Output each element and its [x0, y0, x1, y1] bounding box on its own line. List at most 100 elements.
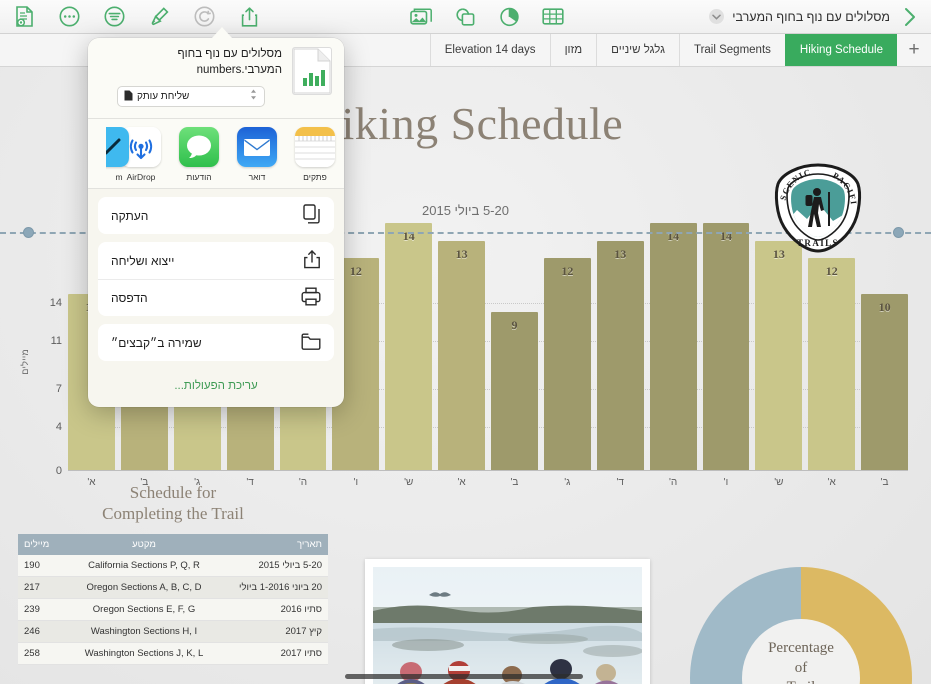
chart-bar[interactable]: 14 — [385, 223, 433, 471]
undo-icon[interactable] — [192, 5, 216, 29]
table-row[interactable]: 258 Washington Sections J, K, L סתיו 2017 — [18, 642, 328, 665]
share-app-notes[interactable]: פתקים — [286, 127, 344, 182]
tab-food[interactable]: מזון — [549, 34, 597, 66]
document-title[interactable]: מסלולים עם נוף בחוף המערבי — [732, 10, 890, 24]
cell-miles: 258 — [18, 642, 64, 665]
chart-bar[interactable]: 13 — [596, 240, 644, 471]
mail-app-label: דואר — [248, 172, 266, 183]
cell-segment: Washington Sections J, K, L — [64, 642, 224, 665]
send-copy-dropdown[interactable]: שליחת עותק — [117, 86, 265, 108]
toolbar-left-group — [0, 5, 261, 29]
chart-bar-value: 10 — [878, 299, 891, 314]
toolbar-insert-group — [409, 5, 565, 29]
document-icon[interactable] — [12, 5, 36, 29]
format-icon[interactable] — [102, 5, 126, 29]
partial-app-icon — [106, 127, 129, 168]
cell-miles: 190 — [18, 554, 64, 577]
chart-x-tick-label: א' — [827, 477, 836, 488]
next-sheet-icon[interactable] — [898, 5, 922, 29]
selection-handle-right[interactable] — [893, 227, 904, 238]
table-row[interactable]: 246 Washington Sections H, I קיץ 2017 — [18, 620, 328, 643]
schedule-table[interactable]: מיילים מקטע תאריך 190 California Sections… — [18, 533, 328, 665]
numbers-file-icon — [292, 47, 332, 95]
tab-elevation-14-days[interactable]: Elevation 14 days — [429, 34, 550, 66]
schedule-title-line2: Completing the Trail — [102, 504, 244, 524]
chevron-down-icon[interactable] — [709, 9, 725, 24]
y-tick-4: 4 — [55, 421, 62, 433]
chart-icon[interactable] — [497, 5, 521, 29]
share-app-messages[interactable]: הודעות — [170, 127, 228, 182]
schedule-table-title: Schedule for Completing the Trail — [18, 482, 328, 525]
notes-app-icon — [295, 127, 335, 168]
chart-x-tick-label: ב' — [880, 477, 889, 488]
menu-label-export: ייצוא ושליחה — [111, 253, 175, 268]
shapes-icon[interactable] — [453, 5, 477, 29]
horizontal-scrollbar[interactable] — [345, 674, 583, 679]
menu-item-save-to-files[interactable]: שמירה ב״קבצים״ — [98, 324, 334, 361]
table-icon[interactable] — [541, 5, 565, 29]
table-row[interactable]: 239 Oregon Sections E, F, G סתיו 2016 — [18, 598, 328, 621]
copy-icon — [303, 204, 321, 227]
share-popover-footer: עריכת הפעולות... — [88, 369, 344, 407]
folder-icon — [301, 333, 321, 353]
export-icon — [303, 249, 321, 272]
share-file-info: מסלולים עם נוף בחוף המערבי.numbers שליחת… — [100, 47, 282, 108]
send-copy-label: שליחת עותק — [137, 91, 190, 103]
trail-photo[interactable] — [365, 559, 650, 684]
y-tick-0: 0 — [55, 465, 62, 477]
messages-app-icon — [179, 127, 219, 168]
document-page-icon — [124, 90, 133, 104]
chart-bar-value: 13 — [614, 246, 627, 261]
share-popover-header: מסלולים עם נוף בחוף המערבי.numbers שליחת… — [88, 38, 344, 120]
share-app-mail[interactable]: דואר — [228, 127, 286, 182]
edit-actions-link[interactable]: עריכת הפעולות... — [174, 380, 257, 392]
chart-bar-value: 9 — [511, 317, 518, 332]
add-sheet-button[interactable]: + — [897, 34, 931, 66]
tab-gears[interactable]: גלגל שיניים — [596, 34, 679, 66]
chart-bar[interactable]: 14 — [649, 223, 697, 471]
chart-bar[interactable]: 12 — [543, 258, 591, 471]
scenic-pacific-trails-badge-icon: SCENIC SCENIC PACIFIC TRAILS — [767, 154, 865, 254]
menu-label-copy: העתקה — [111, 208, 149, 223]
chart-bar[interactable]: 14 — [702, 223, 750, 471]
table-row[interactable]: 217 Oregon Sections A, B, C, D 20 ביוני 1-… — [18, 576, 328, 599]
chart-bar[interactable]: 13 — [755, 240, 803, 471]
chart-bar[interactable]: 12 — [808, 258, 856, 471]
menu-item-print[interactable]: הדפסה — [98, 279, 334, 316]
donut-line-2: of — [794, 659, 808, 676]
schedule-table-block[interactable]: Schedule for Completing the Trail מיילים… — [18, 482, 328, 665]
chart-bar[interactable]: 9 — [491, 311, 538, 471]
share-icon[interactable] — [237, 5, 261, 29]
donut-chart[interactable]: Percentage of Trail Completed — [690, 567, 912, 684]
cell-miles: 217 — [18, 576, 64, 599]
tab-trail-segments[interactable]: Trail Segments — [678, 34, 785, 66]
cell-miles: 246 — [18, 620, 64, 643]
cell-segment: Washington Sections H, I — [64, 620, 224, 643]
notes-app-label: פתקים — [303, 172, 327, 183]
donut-center-label: Percentage of Trail Completed — [742, 619, 860, 684]
table-row[interactable]: 190 California Sections P, Q, R 5-20 ביולי… — [18, 554, 328, 577]
table-header: מיילים מקטע תאריך — [18, 533, 328, 555]
chart-bar[interactable]: 10 — [861, 293, 908, 471]
stepper-chevron-icon[interactable] — [249, 88, 258, 106]
tab-hiking-schedule[interactable]: Hiking Schedule — [784, 34, 897, 66]
main-toolbar: מסלולים עם נוף בחוף המערבי — [0, 0, 931, 34]
more-options-icon[interactable] — [57, 5, 81, 29]
menu-item-export-send[interactable]: ייצוא ושליחה — [98, 242, 334, 279]
table-header-row: מיילים מקטע תאריך — [18, 533, 328, 555]
chart-bar[interactable]: 13 — [438, 240, 485, 471]
paintbrush-icon[interactable] — [147, 5, 171, 29]
media-icon[interactable] — [409, 5, 433, 29]
donut-line-3: Trail — [787, 679, 816, 684]
menu-item-copy[interactable]: העתקה — [98, 197, 334, 234]
y-tick-14: 14 — [49, 297, 62, 309]
send-copy-label-group: שליחת עותק — [124, 90, 189, 104]
chart-x-tick-label: ג' — [564, 477, 571, 488]
cell-segment: California Sections P, Q, R — [64, 554, 224, 577]
selection-handle-left[interactable] — [23, 227, 34, 238]
col-header-date: תאריך — [224, 533, 328, 555]
schedule-title-line1: Schedule for — [129, 483, 217, 502]
mail-app-icon — [237, 127, 277, 168]
airdrop-app-label: AirDrop — [126, 172, 156, 183]
cell-date: 20 ביוני 1-2016 ביולי — [224, 576, 328, 599]
